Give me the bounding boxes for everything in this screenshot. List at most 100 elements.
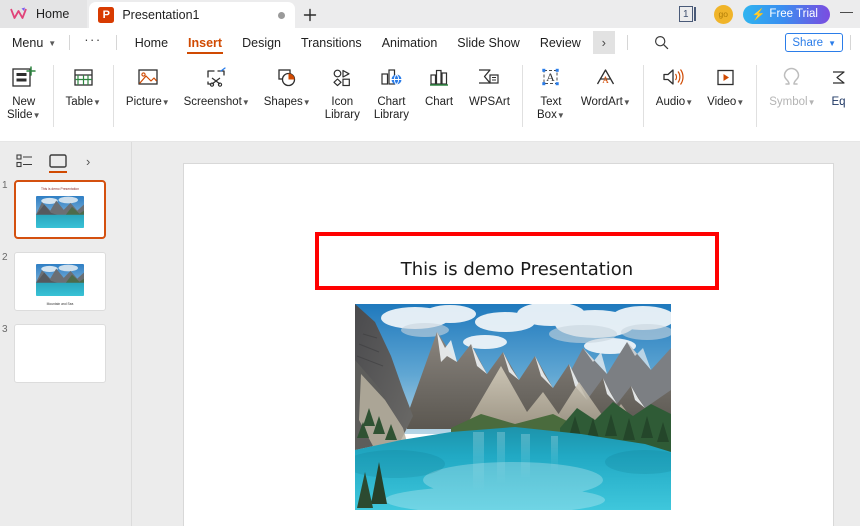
shapes-button[interactable]: Shapes▼	[257, 57, 318, 109]
tab-animation[interactable]: Animation	[372, 28, 448, 57]
ribbon-group-table: Table▼	[59, 57, 108, 142]
table-label: Table▼	[65, 96, 101, 108]
chevron-down-icon: ▼	[736, 98, 745, 107]
search-button[interactable]	[650, 35, 674, 50]
avatar[interactable]: go	[713, 4, 733, 24]
tab-home[interactable]: Home	[125, 28, 178, 57]
tab-transitions[interactable]: Transitions	[291, 28, 372, 57]
slide-thumbnail-item[interactable]: 1 This is demo Presentation	[2, 180, 131, 239]
slide-thumbnail-2[interactable]: Mountain and Sea	[14, 252, 106, 311]
tab-review-label: Review	[539, 35, 581, 50]
share-button[interactable]: Share ▼	[785, 33, 843, 52]
chevron-down-icon: ▼	[556, 111, 565, 120]
divider	[642, 65, 644, 127]
equation-icon	[830, 63, 848, 93]
canvas-area: This is demo Presentation	[132, 142, 860, 526]
overflow-menu-button[interactable]: ···	[74, 32, 112, 47]
screenshot-icon	[203, 63, 231, 93]
symbol-icon	[779, 63, 805, 93]
document-count-badge[interactable]: 1	[678, 6, 704, 23]
tab-design[interactable]: Design	[232, 28, 291, 57]
picture-button[interactable]: Picture▼	[119, 57, 177, 109]
screenshot-button[interactable]: Screenshot▼	[177, 57, 257, 109]
share-label: Share	[792, 36, 824, 49]
ribbon-group-slides: New Slide▼	[0, 57, 48, 142]
video-label: Video▼	[707, 96, 745, 108]
wpsart-label: WPSArt	[469, 96, 510, 108]
chart-library-label-line2: Library	[373, 109, 409, 121]
audio-label: Audio▼	[655, 96, 694, 108]
slide-panel-expand-button[interactable]: ›	[86, 154, 90, 169]
slide-thumbnail-item[interactable]: 3	[2, 324, 131, 383]
tab-slide-show-label: Slide Show	[457, 35, 520, 50]
slide-panel-toolbar: ›	[0, 142, 131, 180]
ribbon-group-symbols: Symbol▼ Eq	[762, 57, 847, 142]
slides-view-button[interactable]	[48, 148, 68, 174]
outline-view-button[interactable]	[16, 148, 34, 174]
wpsart-button[interactable]: WPSArt	[462, 57, 517, 109]
chart-library-label-line1: Chart	[377, 96, 406, 108]
icon-library-button[interactable]: Icon Library	[318, 57, 367, 122]
equation-button[interactable]: Eq	[823, 57, 848, 109]
chart-button[interactable]: Chart	[416, 57, 462, 109]
minimize-button[interactable]: —	[840, 4, 856, 24]
svg-text:A: A	[546, 70, 555, 84]
new-slide-icon	[10, 63, 38, 93]
divider	[756, 65, 758, 127]
title-placeholder[interactable]: This is demo Presentation	[315, 232, 719, 290]
home-tab[interactable]: Home	[0, 0, 88, 28]
table-button[interactable]: Table▼	[59, 57, 108, 109]
tab-animation-label: Animation	[381, 35, 438, 50]
wps-logo-icon	[10, 7, 27, 22]
new-slide-button[interactable]: New Slide▼	[0, 57, 48, 122]
shapes-icon	[274, 63, 300, 93]
free-trial-button[interactable]: ⚡ Free Trial	[742, 4, 830, 24]
tab-design-label: Design	[242, 35, 282, 50]
outline-view-icon	[16, 154, 32, 168]
tab-slide-show[interactable]: Slide Show	[447, 28, 530, 57]
minimize-label: —	[840, 4, 853, 19]
slide-thumbnail-3[interactable]	[14, 324, 106, 383]
table-icon	[70, 63, 96, 93]
app-root: Home P Presentation1 1 go ⚡ Free Trial —…	[0, 0, 860, 526]
chevron-down-icon: ▼	[48, 39, 57, 48]
symbol-button[interactable]: Symbol▼	[762, 57, 822, 109]
audio-button[interactable]: Audio▼	[649, 57, 700, 109]
slide-thumbnail-image	[36, 196, 84, 228]
divider	[850, 35, 851, 50]
text-box-button[interactable]: A Text Box▼	[528, 57, 574, 122]
divider	[52, 65, 54, 127]
title-bar-right: 1 go ⚡ Free Trial —	[678, 0, 860, 28]
slide-canvas[interactable]: This is demo Presentation	[183, 163, 834, 526]
shapes-label: Shapes▼	[263, 96, 311, 108]
document-tab[interactable]: P Presentation1	[89, 2, 296, 28]
chevron-down-icon: ▼	[828, 39, 836, 48]
picture-icon	[135, 63, 161, 93]
home-tab-label: Home	[36, 7, 70, 21]
slide-thumbnail-1[interactable]: This is demo Presentation	[14, 180, 106, 239]
slide-number: 3	[2, 324, 8, 335]
ribbon-group-images: Picture▼ Screenshot▼ Shapes▼ Icon Librar…	[119, 57, 517, 142]
chevron-right-icon: ›	[86, 153, 91, 169]
chevron-down-icon: ▼	[161, 98, 170, 107]
slides-view-icon	[49, 154, 67, 168]
slide-thumbnail-image	[36, 264, 84, 296]
chevron-down-icon: ▼	[302, 98, 311, 107]
slide-thumbnail-item[interactable]: 2 Mountain and Sea	[2, 252, 131, 311]
tab-review[interactable]: Review	[530, 28, 591, 57]
chevron-right-icon: ›	[601, 35, 606, 50]
tab-transitions-label: Transitions	[301, 35, 362, 50]
tab-insert[interactable]: Insert	[178, 28, 232, 57]
chevron-down-icon: ▼	[622, 98, 631, 107]
slide-picture[interactable]	[355, 304, 671, 510]
menu-button[interactable]: Menu ▼	[0, 32, 65, 54]
video-button[interactable]: Video▼	[700, 57, 751, 109]
search-icon	[655, 35, 669, 50]
chart-library-button[interactable]: Chart Library	[367, 57, 416, 122]
new-tab-button[interactable]	[295, 2, 325, 28]
wordart-button[interactable]: A WordArt▼	[574, 57, 638, 109]
slide-thumbnail-title: This is demo Presentation	[40, 187, 80, 191]
free-trial-label: Free Trial	[769, 8, 818, 20]
plus-icon	[304, 8, 317, 22]
tabs-scroll-right-button[interactable]: ›	[592, 31, 615, 54]
